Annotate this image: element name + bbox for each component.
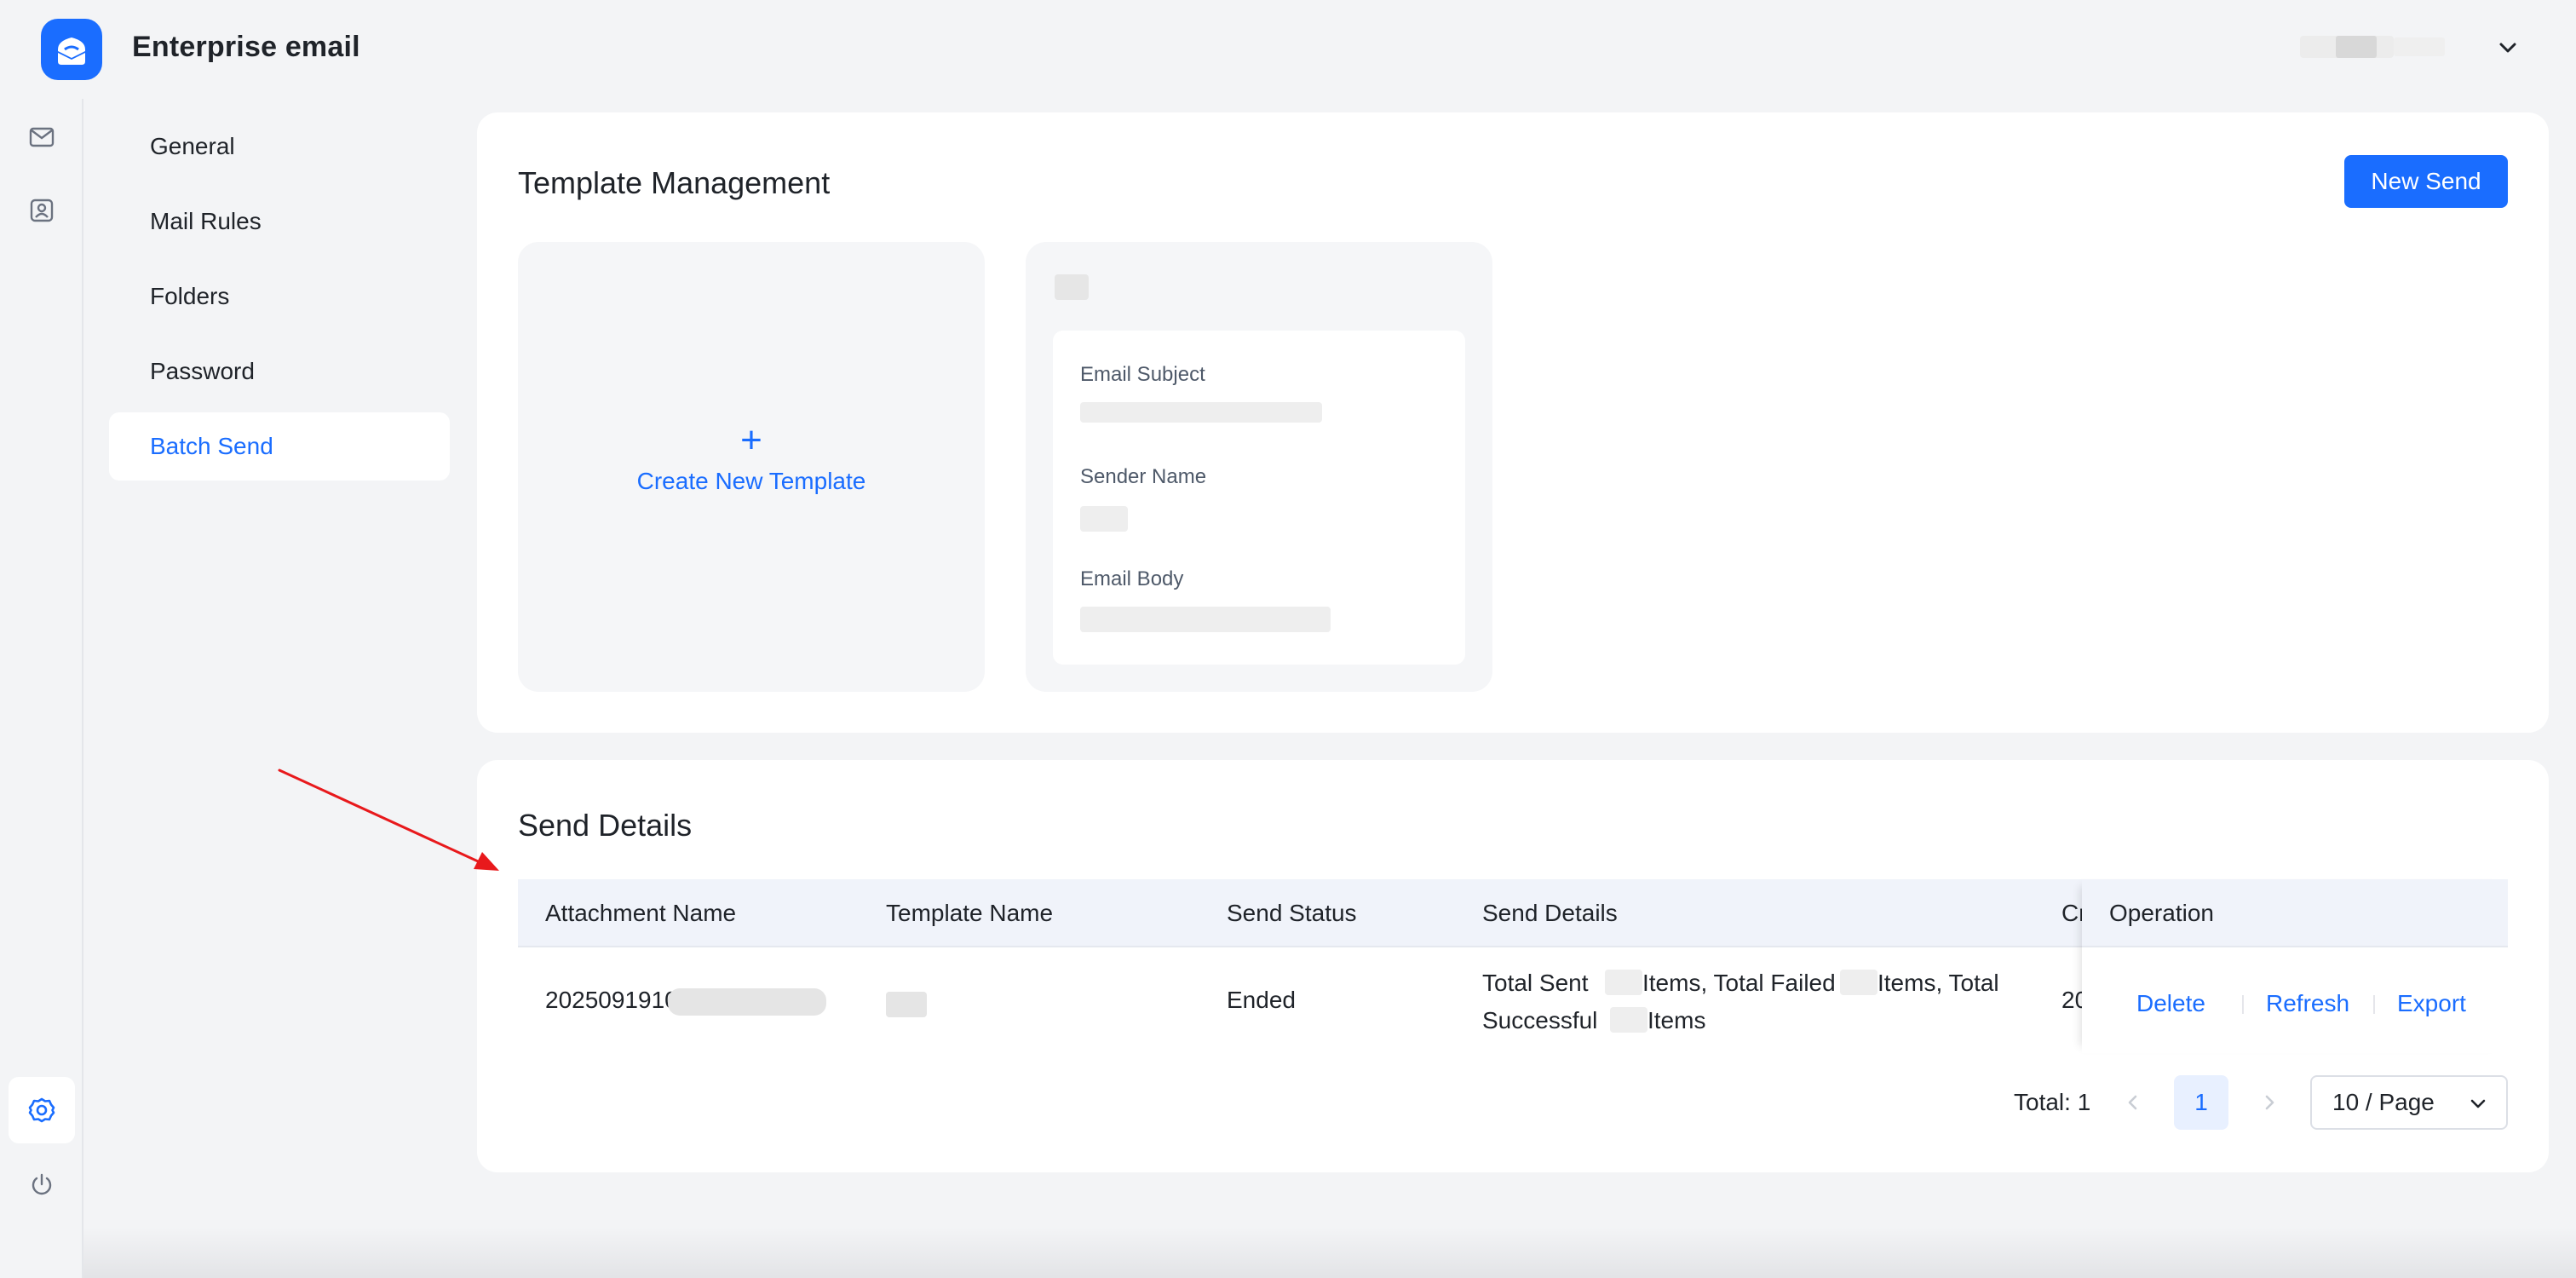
- settings-rail-button[interactable]: [9, 1077, 75, 1143]
- email-body-redacted: [1080, 607, 1331, 632]
- template-name-redacted: [1055, 274, 1089, 300]
- template-management-card: Template Management New Send + Create Ne…: [477, 112, 2549, 733]
- column-template-name: Template Name: [886, 900, 1054, 926]
- power-icon[interactable]: [24, 1167, 60, 1203]
- send-details-items: Items: [1647, 1007, 1706, 1033]
- template-name-redacted: [886, 992, 927, 1017]
- annotation-arrow: [278, 769, 499, 871]
- menu-item-mail-rules[interactable]: Mail Rules: [109, 187, 450, 256]
- new-send-button[interactable]: New Send: [2344, 155, 2508, 208]
- chevron-down-icon: [2470, 1099, 2486, 1108]
- chevron-down-icon[interactable]: [2496, 36, 2520, 60]
- settings-menu: General Mail Rules Folders Password Batc…: [109, 112, 450, 487]
- column-send-details: Send Details: [1482, 900, 1618, 926]
- send-details-total-sent: Total Sent: [1482, 970, 1589, 996]
- divider: [2373, 995, 2375, 1014]
- template-preview: Email Subject Sender Name Email Body: [1053, 331, 1465, 665]
- column-operation-label: Operation: [2109, 900, 2214, 926]
- icon-rail: [0, 99, 83, 1278]
- menu-item-folders[interactable]: Folders: [109, 262, 450, 331]
- operation-header-bg: Operation: [2082, 879, 2508, 947]
- send-details-total-failed: Items, Total Failed: [1642, 970, 1836, 996]
- sender-name-label: Sender Name: [1080, 465, 1207, 488]
- template-card[interactable]: Email Subject Sender Name Email Body: [1026, 242, 1492, 692]
- pagination-total: Total: 1: [2014, 1089, 2091, 1115]
- create-template-card[interactable]: + Create New Template: [518, 242, 985, 692]
- send-details-table: Attachment Name Template Name Send Statu…: [518, 879, 2508, 1053]
- pagination-page-1[interactable]: 1: [2174, 1075, 2228, 1130]
- send-details-total: Items, Total: [1877, 970, 1999, 996]
- send-details-title: Send Details: [518, 808, 693, 843]
- page-size-value: 10 / Page: [2332, 1089, 2435, 1115]
- refresh-link[interactable]: Refresh: [2266, 990, 2349, 1017]
- send-status-cell: Ended: [1227, 987, 1296, 1013]
- sender-name-redacted: [1080, 506, 1128, 532]
- template-management-title: Template Management: [518, 165, 831, 200]
- plus-icon: +: [740, 419, 762, 461]
- operation-cell: Delete Refresh Export: [2082, 949, 2508, 1053]
- delete-link[interactable]: Delete: [2136, 990, 2205, 1017]
- count-redacted: [1605, 970, 1642, 995]
- divider: [2242, 995, 2244, 1014]
- gear-icon: [28, 1097, 55, 1123]
- create-template-label: Create New Template: [636, 468, 866, 494]
- email-body-label: Email Body: [1080, 567, 1184, 590]
- email-subject-label: Email Subject: [1080, 363, 1205, 386]
- column-attachment-name: Attachment Name: [545, 900, 737, 926]
- send-details-card: Send Details Attachment Name Template Na…: [477, 760, 2549, 1172]
- menu-item-general[interactable]: General: [109, 112, 450, 181]
- page-size-select[interactable]: 10 / Page: [2310, 1075, 2508, 1130]
- contacts-icon[interactable]: [24, 193, 60, 228]
- chevron-left-icon[interactable]: [2121, 1091, 2145, 1114]
- mail-logo-icon: [58, 37, 85, 65]
- bottom-shadow: [83, 1227, 2576, 1278]
- app-logo[interactable]: [41, 19, 102, 80]
- count-redacted: [1840, 970, 1877, 995]
- count-redacted: [1610, 1007, 1647, 1033]
- email-subject-redacted: [1080, 402, 1322, 423]
- mail-icon[interactable]: [24, 119, 60, 155]
- account-name-redacted: [2336, 36, 2377, 58]
- send-details-successful: Successful: [1482, 1007, 1598, 1033]
- menu-item-password[interactable]: Password: [109, 337, 450, 406]
- export-link[interactable]: Export: [2397, 990, 2466, 1017]
- column-send-status: Send Status: [1227, 900, 1357, 926]
- account-name-redacted: [2394, 37, 2445, 56]
- top-bar: Enterprise email: [0, 0, 2576, 99]
- menu-item-batch-send[interactable]: Batch Send: [109, 412, 450, 481]
- app-title: Enterprise email: [132, 31, 360, 63]
- attachment-name-redacted: [668, 988, 826, 1016]
- operation-column: Operation Delete Refresh Export: [2082, 879, 2508, 1053]
- account-switcher[interactable]: [2283, 31, 2479, 65]
- chevron-right-icon[interactable]: [2257, 1091, 2281, 1114]
